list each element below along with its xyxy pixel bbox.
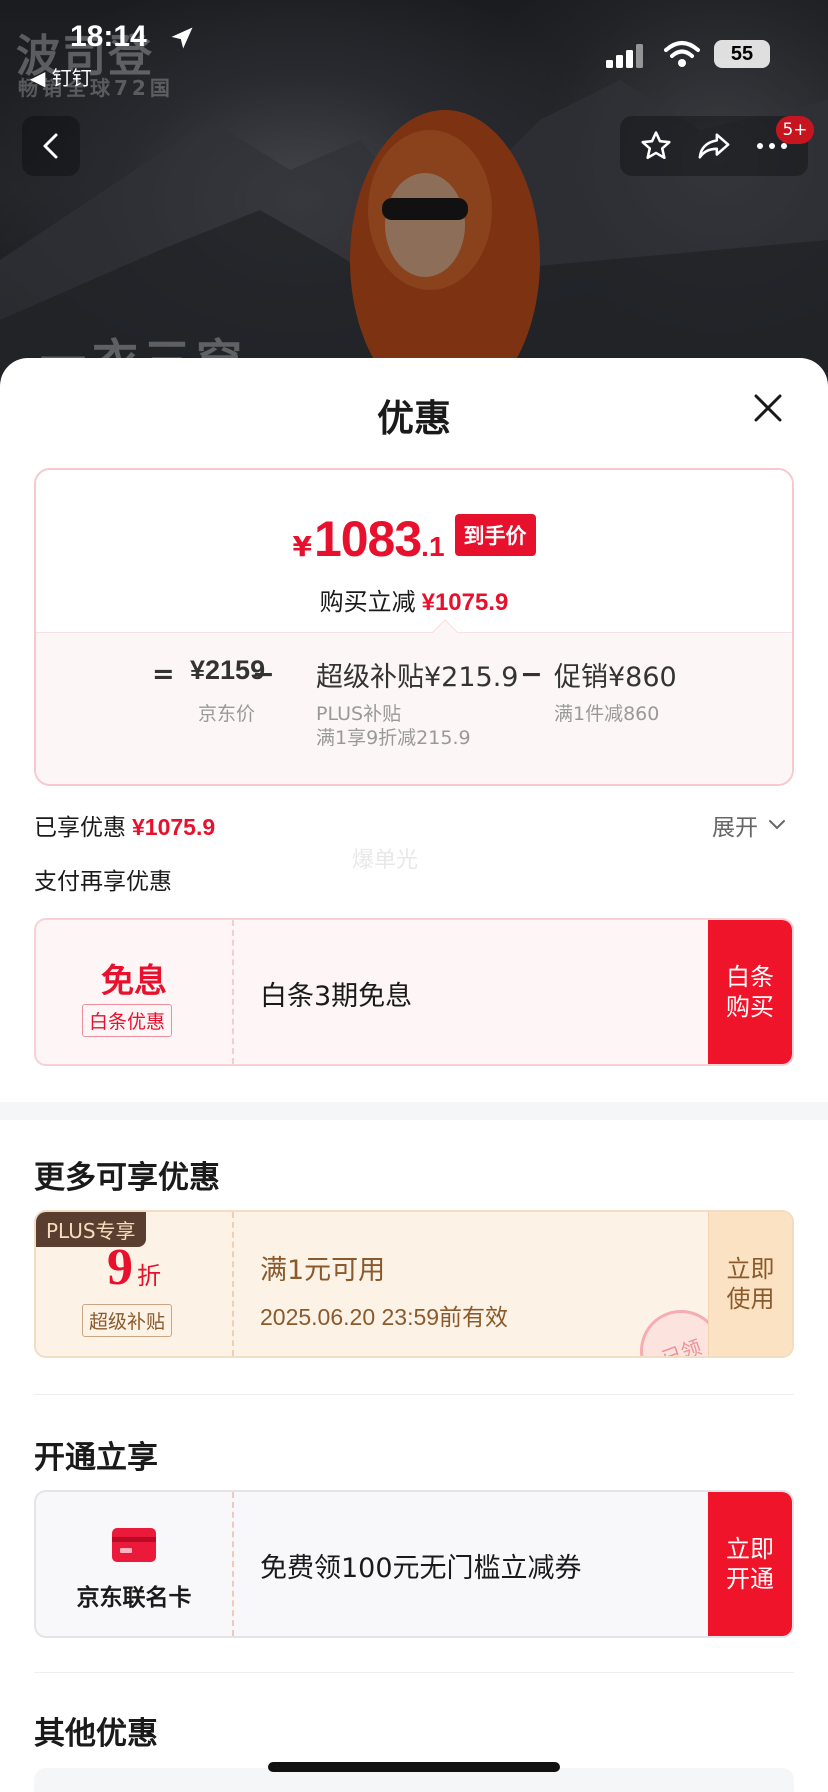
coupon-condition: 满1元可用 bbox=[260, 1255, 386, 1286]
price-currency: ¥ bbox=[292, 530, 312, 563]
back-button[interactable] bbox=[22, 116, 80, 176]
cobrand-card-name: 京东联名卡 bbox=[76, 1585, 192, 1611]
credit-card-icon bbox=[112, 1528, 156, 1562]
final-price-tag: 到手价 bbox=[454, 514, 536, 556]
expand-label: 展开 bbox=[712, 815, 758, 841]
section-divider bbox=[0, 1102, 828, 1120]
minus-sign: − bbox=[520, 659, 543, 690]
back-to-app-link[interactable]: ◀ 钉钉 bbox=[30, 62, 92, 91]
enjoyed-label: 已享优惠 bbox=[34, 815, 126, 841]
discount-unit: 折 bbox=[137, 1262, 161, 1290]
price-integer: 1083 bbox=[313, 511, 422, 567]
enjoyed-value: ¥1075.9 bbox=[132, 814, 216, 840]
price-breakdown: = ¥2159 京东价 − 超级补贴¥215.9 PLUS补贴 满1享9折减21… bbox=[36, 632, 792, 784]
product-hero-image: 波司登 畅销全球72国 一衣三穿 bbox=[0, 0, 828, 380]
wifi-icon bbox=[664, 41, 700, 67]
watermark-text: 爆单光 bbox=[352, 848, 419, 873]
pay-discount-title: 支付再享优惠 bbox=[34, 869, 172, 895]
discount-number: 9 bbox=[107, 1239, 133, 1296]
discount-sheet: 优惠 ¥ 1083 .1 到手价 购买立减 ¥1075.9 = ¥2159 京东价… bbox=[0, 358, 828, 1792]
cobrand-card-coupon: 京东联名卡 免费领100元无门槛立减券 立即开通 bbox=[34, 1490, 794, 1638]
subsidy-label: PLUS补贴 bbox=[316, 703, 402, 725]
price-summary-box: ¥ 1083 .1 到手价 购买立减 ¥1075.9 = ¥2159 京东价 − … bbox=[34, 468, 794, 786]
use-now-button[interactable]: 立即使用 bbox=[708, 1212, 792, 1356]
enjoyed-discount: 已享优惠 ¥1075.9 bbox=[34, 808, 215, 842]
share-icon[interactable] bbox=[696, 129, 732, 163]
super-subsidy-tag: 超级补贴 bbox=[82, 1304, 173, 1337]
promo-label: 满1件减860 bbox=[554, 703, 660, 725]
purchase-reduction: 购买立减 ¥1075.9 bbox=[36, 582, 792, 617]
coupon-divider bbox=[232, 1492, 234, 1636]
favorite-star-icon[interactable] bbox=[639, 129, 673, 163]
reduction-label: 购买立减 bbox=[319, 588, 416, 616]
final-price: ¥ 1083 .1 到手价 bbox=[36, 510, 792, 568]
message-count-badge: 5+ bbox=[776, 116, 814, 144]
equals-sign: = bbox=[152, 659, 175, 690]
chevron-down-icon bbox=[769, 820, 785, 830]
home-indicator[interactable] bbox=[268, 1762, 560, 1772]
open-enjoy-title: 开通立享 bbox=[34, 1440, 158, 1476]
coupon-divider bbox=[232, 1212, 234, 1356]
discount-value: 9折 bbox=[36, 1238, 232, 1297]
coupon-expiry: 2025.06.20 23:59前有效 bbox=[260, 1304, 509, 1330]
divider bbox=[34, 1672, 794, 1673]
baitiao-buy-button[interactable]: 白条购买 bbox=[708, 920, 792, 1064]
expand-button[interactable]: 展开 bbox=[712, 808, 788, 842]
price-decimal: .1 bbox=[421, 531, 445, 562]
close-icon[interactable] bbox=[748, 388, 788, 428]
interest-free-title: 免息 bbox=[101, 961, 167, 1000]
cobrand-offer-text: 免费领100元无门槛立减券 bbox=[260, 1553, 582, 1584]
divider bbox=[34, 1394, 794, 1395]
minus-sign: − bbox=[252, 659, 275, 690]
baitiao-tag: 白条优惠 bbox=[82, 1004, 173, 1037]
plus-coupon-card: PLUS专享 9折 超级补贴 满1元可用 2025.06.20 23:59前有效… bbox=[34, 1210, 794, 1358]
baitiao-offer-text: 白条3期免息 bbox=[260, 981, 413, 1012]
coupon-left: PLUS专享 9折 超级补贴 bbox=[36, 1212, 232, 1356]
promo-value: 促销¥860 bbox=[554, 662, 677, 693]
reduction-value: ¥1075.9 bbox=[421, 589, 509, 616]
sheet-title: 优惠 bbox=[377, 397, 451, 440]
location-arrow-icon bbox=[171, 27, 193, 49]
cellular-signal-icon bbox=[606, 44, 643, 68]
other-discounts-title: 其他优惠 bbox=[34, 1716, 158, 1752]
final-price-section: ¥ 1083 .1 到手价 购买立减 ¥1075.9 bbox=[36, 470, 792, 632]
open-now-button[interactable]: 立即开通 bbox=[708, 1492, 792, 1636]
more-discounts-title: 更多可享优惠 bbox=[34, 1160, 220, 1196]
coupon-left: 免息 白条优惠 bbox=[36, 920, 232, 1064]
subsidy-value: 超级补贴¥215.9 bbox=[316, 662, 519, 693]
status-time: 18:14 bbox=[70, 20, 147, 53]
coupon-divider bbox=[232, 920, 234, 1064]
jd-price-label: 京东价 bbox=[198, 703, 256, 725]
battery-indicator: 55 bbox=[714, 40, 770, 68]
coupon-left: 京东联名卡 bbox=[36, 1492, 232, 1636]
chevron-left-icon bbox=[43, 133, 58, 159]
baitiao-coupon-card: 免息 白条优惠 白条3期免息 白条购买 bbox=[34, 918, 794, 1066]
subsidy-detail: 满1享9折减215.9 bbox=[316, 727, 471, 749]
